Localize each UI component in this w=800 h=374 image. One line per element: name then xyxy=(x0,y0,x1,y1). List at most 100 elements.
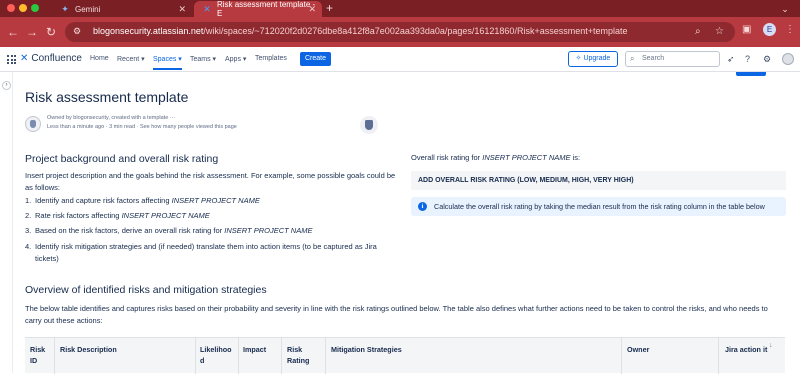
column-header-impact[interactable]: Impact xyxy=(243,344,266,355)
list-item: 1. Identify and capture risk factors affe… xyxy=(25,195,400,207)
app-switcher-icon[interactable] xyxy=(7,55,16,64)
rating-label-emphasis: INSERT PROJECT NAME xyxy=(482,153,571,162)
nav-teams[interactable]: Teams ▾ xyxy=(190,55,216,63)
overall-rating-value: ADD OVERALL RISK RATING (LOW, MEDIUM, HI… xyxy=(411,171,786,190)
space-logo xyxy=(360,116,378,134)
rating-label-suffix: is: xyxy=(570,153,581,162)
confluence-icon: ✕ xyxy=(203,4,211,14)
column-divider xyxy=(325,338,326,374)
info-text: Calculate the overall risk rating by tak… xyxy=(434,202,765,211)
list-number: 3. xyxy=(25,226,32,236)
column-header-likelihood[interactable]: Likelihoo d xyxy=(200,344,236,366)
info-icon: i xyxy=(418,202,427,211)
column-divider xyxy=(238,338,239,374)
byline-owner-text: Owned by blogonsecurity, created with a … xyxy=(47,115,169,121)
column-divider xyxy=(195,338,196,374)
confluence-top-nav: ✕ Confluence Home Recent ▾ Spaces ▾ Team… xyxy=(0,47,800,72)
zoom-icon[interactable]: ⌕ xyxy=(695,26,701,37)
close-tab-icon[interactable]: ✕ xyxy=(178,4,186,15)
reload-icon[interactable]: ↻ xyxy=(44,25,58,39)
profile-avatar[interactable]: E xyxy=(763,23,776,36)
list-item: 4. Identify risk mitigation strategies an… xyxy=(25,241,400,265)
column-header-jira-action-items[interactable]: Jira action it xyxy=(725,344,767,355)
list-emphasis: INSERT PROJECT NAME xyxy=(171,196,260,205)
maximize-window-button[interactable] xyxy=(31,4,39,12)
byline-owner: Owned by blogonsecurity, created with a … xyxy=(47,115,175,121)
page-title: Risk assessment template xyxy=(25,89,189,105)
upgrade-button[interactable]: ✧ Upgrade xyxy=(568,51,618,67)
section-heading-project-background: Project background and overall risk rati… xyxy=(25,153,219,165)
list-text: Based on the risk factors, derive an ove… xyxy=(35,226,225,236)
confluence-logo[interactable]: ✕ Confluence xyxy=(20,53,82,64)
column-header-owner[interactable]: Owner xyxy=(627,344,649,355)
gemini-sparkle-icon: ✦ xyxy=(61,4,69,14)
notifications-icon[interactable]: ➶ xyxy=(727,54,735,65)
column-header-risk-id[interactable]: Risk ID xyxy=(30,344,52,366)
list-number: 1. xyxy=(25,196,32,205)
list-text: Identify and capture risk factors affect… xyxy=(35,196,172,205)
list-text: Rate risk factors affecting xyxy=(35,211,122,221)
help-icon[interactable]: ? xyxy=(745,54,750,64)
browser-tab-strip: ✦ Gemini ✕ ✕ Risk assessment template - … xyxy=(0,0,800,18)
browser-toolbar: ← → ↻ ⚙ blogonsecurity.atlassian.net/wik… xyxy=(0,17,800,47)
search-icon: ⌕ xyxy=(630,54,635,63)
list-number: 2. xyxy=(25,211,32,221)
list-emphasis: INSERT PROJECT NAME xyxy=(224,226,313,236)
page-action-button[interactable] xyxy=(736,72,766,76)
nav-home[interactable]: Home xyxy=(90,55,109,62)
user-avatar[interactable] xyxy=(782,53,794,65)
close-tab-icon[interactable]: ✕ xyxy=(308,4,316,15)
bookmark-star-icon[interactable]: ☆ xyxy=(715,26,724,37)
list-item: 2. Rate risk factors affecting INSERT PRO… xyxy=(25,210,400,222)
tab-search-chevron-icon[interactable]: ⌄ xyxy=(778,2,792,16)
section-intro-paragraph: Insert project description and the goals… xyxy=(25,171,396,192)
section-heading-risks-overview: Overview of identified risks and mitigat… xyxy=(25,284,267,296)
new-tab-button[interactable]: + xyxy=(326,1,333,15)
column-divider xyxy=(718,338,719,374)
nav-spaces[interactable]: Spaces ▾ xyxy=(153,55,182,70)
tab-title: Risk assessment template - E xyxy=(216,0,316,18)
minimize-window-button[interactable] xyxy=(19,4,27,12)
owner-avatar[interactable] xyxy=(25,116,41,132)
nav-recent[interactable]: Recent ▾ xyxy=(117,55,145,63)
risk-table-header: Risk ID Risk Description Likelihoo d Imp… xyxy=(25,337,785,374)
settings-gear-icon[interactable]: ⚙ xyxy=(763,54,771,65)
nav-templates[interactable]: Templates xyxy=(255,55,287,62)
column-header-risk-rating[interactable]: Risk Rating xyxy=(287,344,317,366)
column-divider xyxy=(621,338,622,374)
site-info-icon[interactable]: ⚙ xyxy=(73,26,85,38)
side-panel-icon[interactable]: ▣ xyxy=(742,24,751,35)
column-header-risk-description[interactable]: Risk Description xyxy=(60,344,117,355)
overall-rating-label: Overall risk rating for INSERT PROJECT N… xyxy=(411,153,580,162)
list-number: 4. xyxy=(25,241,32,251)
tab-title: Gemini xyxy=(75,4,101,14)
url-text: blogonsecurity.atlassian.net/wiki/spaces… xyxy=(93,26,628,36)
column-divider xyxy=(54,338,55,374)
create-button[interactable]: Create xyxy=(300,52,331,66)
browser-tab-gemini[interactable]: ✦ Gemini ✕ xyxy=(52,1,192,17)
column-divider xyxy=(281,338,282,374)
browser-tab-confluence[interactable]: ✕ Risk assessment template - E ✕ xyxy=(194,0,322,18)
sort-arrow-icon[interactable]: ↓ xyxy=(769,342,773,349)
list-item: 3. Based on the risk factors, derive an o… xyxy=(25,225,400,237)
list-text: Identify risk mitigation strategies and … xyxy=(35,241,377,263)
sidebar-collapsed: › xyxy=(0,72,13,373)
byline-meta[interactable]: Less than a minute ago · 3 min read · Se… xyxy=(47,124,237,130)
more-menu-icon[interactable]: ⋮ xyxy=(785,24,795,35)
info-panel: i Calculate the overall risk rating by t… xyxy=(411,197,786,216)
more-options-icon[interactable]: ··· xyxy=(170,115,176,121)
rating-label-prefix: Overall risk rating for xyxy=(411,153,483,162)
section-intro-paragraph: The below table identifies and captures … xyxy=(25,304,768,325)
list-emphasis: INSERT PROJECT NAME xyxy=(121,211,210,221)
brand-name: Confluence xyxy=(31,53,82,64)
close-window-button[interactable] xyxy=(7,4,15,12)
search-input[interactable]: ⌕ Search xyxy=(625,51,720,67)
back-arrow-icon[interactable]: ← xyxy=(6,25,20,39)
search-placeholder: Search xyxy=(642,55,665,62)
nav-apps[interactable]: Apps ▾ xyxy=(225,55,246,63)
column-header-mitigation-strategies[interactable]: Mitigation Strategies xyxy=(331,344,402,355)
forward-arrow-icon[interactable]: → xyxy=(25,25,39,39)
expand-sidebar-chevron-icon[interactable]: › xyxy=(2,81,11,90)
upgrade-label: Upgrade xyxy=(583,55,611,62)
address-bar[interactable]: ⚙ blogonsecurity.atlassian.net/wiki/spac… xyxy=(65,22,735,42)
